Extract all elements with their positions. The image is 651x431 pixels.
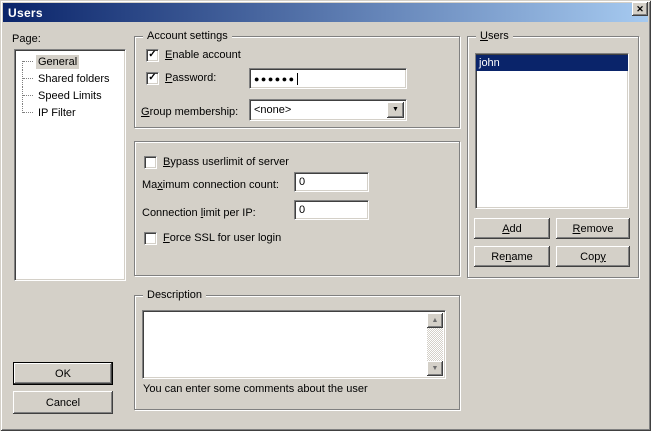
remove-button[interactable]: Remove bbox=[556, 218, 630, 239]
enable-account-label: Enable account bbox=[165, 48, 241, 62]
page-label: Page: bbox=[12, 32, 41, 46]
label-text: sers bbox=[488, 30, 509, 42]
cancel-button[interactable]: Cancel bbox=[13, 391, 113, 414]
group-membership-label: Group membership: bbox=[141, 105, 238, 119]
tree-item-speed-limits[interactable]: Speed Limits bbox=[15, 87, 125, 104]
label-mnemonic: y bbox=[600, 251, 606, 263]
bypass-userlimit-row: Bypass userlimit of server bbox=[144, 155, 289, 169]
vertical-scrollbar[interactable]: ▲ ▼ bbox=[427, 313, 443, 376]
label-text: assword: bbox=[172, 72, 216, 84]
input-value: 0 bbox=[299, 176, 305, 188]
description-hint: You can enter some comments about the us… bbox=[143, 382, 368, 396]
label-text: dd bbox=[510, 223, 522, 235]
users-listbox[interactable]: john bbox=[475, 53, 629, 209]
tree-item-shared-folders[interactable]: Shared folders bbox=[15, 70, 125, 87]
user-name: john bbox=[479, 57, 500, 69]
password-input[interactable]: ●●●●●● bbox=[249, 68, 407, 89]
add-button[interactable]: Add bbox=[474, 218, 550, 239]
password-checkbox[interactable]: ✓ bbox=[146, 72, 159, 85]
scroll-up-button[interactable]: ▲ bbox=[427, 313, 443, 328]
button-label: Copy bbox=[580, 250, 606, 264]
ok-button[interactable]: OK bbox=[13, 362, 113, 385]
label-text: ame bbox=[511, 251, 532, 263]
description-legend: Description bbox=[143, 289, 206, 302]
label-text: Re bbox=[491, 251, 505, 263]
connection-limit-per-ip-label: Connection limit per IP: bbox=[142, 206, 256, 220]
max-connection-count-label: Maximum connection count: bbox=[142, 178, 279, 192]
label-text: orce SSL for user login bbox=[170, 232, 281, 244]
password-masked-value: ●●●●●● bbox=[254, 74, 296, 84]
label-text: imit per IP: bbox=[203, 207, 256, 219]
force-ssl-row: Force SSL for user login bbox=[144, 231, 281, 245]
users-dialog: Users ✕ Page: General Shared folders Spe… bbox=[0, 0, 651, 431]
scroll-track[interactable] bbox=[427, 328, 443, 361]
label-text: ypass userlimit of server bbox=[170, 156, 289, 168]
group-membership-select[interactable]: <none> ▼ bbox=[249, 99, 407, 121]
label-text: Ma bbox=[142, 179, 157, 191]
copy-button[interactable]: Copy bbox=[556, 246, 630, 267]
label-text: Cop bbox=[580, 251, 600, 263]
description-textarea[interactable]: ▲ ▼ bbox=[142, 310, 446, 379]
rename-button[interactable]: Rename bbox=[474, 246, 550, 267]
user-list-item[interactable]: john bbox=[476, 55, 628, 71]
label-text: Connection bbox=[142, 207, 201, 219]
window-title: Users bbox=[8, 6, 43, 20]
titlebar[interactable]: Users bbox=[3, 3, 648, 22]
force-ssl-checkbox[interactable] bbox=[144, 232, 157, 245]
tree-item-general[interactable]: General bbox=[15, 53, 125, 70]
combo-selected-value: <none> bbox=[254, 104, 291, 116]
enable-account-row: ✓ Enable account bbox=[146, 48, 241, 62]
description-group: Description ▲ ▼ You can enter some comme… bbox=[134, 295, 460, 410]
button-label: Rename bbox=[491, 250, 533, 264]
button-label: Cancel bbox=[46, 396, 80, 410]
button-label: Add bbox=[502, 222, 522, 236]
button-label: OK bbox=[55, 367, 71, 381]
max-connection-count-input[interactable]: 0 bbox=[294, 172, 369, 192]
dropdown-button[interactable]: ▼ bbox=[387, 102, 404, 118]
label-text: emove bbox=[580, 223, 613, 235]
users-group: Users john Add Remove Rename Copy bbox=[467, 36, 639, 278]
users-legend: Users bbox=[476, 30, 513, 43]
label-mnemonic: U bbox=[480, 30, 488, 42]
tree-item-label[interactable]: IP Filter bbox=[36, 106, 78, 120]
tree-item-label[interactable]: Speed Limits bbox=[36, 89, 104, 103]
password-row: ✓ Password: bbox=[146, 71, 216, 85]
button-label: Remove bbox=[573, 222, 614, 236]
tree-item-ip-filter[interactable]: IP Filter bbox=[15, 104, 125, 121]
label-mnemonic: F bbox=[163, 232, 170, 244]
tree-item-label[interactable]: Shared folders bbox=[36, 72, 112, 86]
account-settings-legend: Account settings bbox=[143, 30, 232, 43]
page-tree[interactable]: General Shared folders Speed Limits IP F… bbox=[14, 49, 126, 281]
scroll-down-button[interactable]: ▼ bbox=[427, 361, 443, 376]
label-mnemonic: G bbox=[141, 106, 150, 118]
label-text: nable account bbox=[172, 49, 241, 61]
enable-account-checkbox[interactable]: ✓ bbox=[146, 49, 159, 62]
text-caret bbox=[297, 73, 298, 85]
limits-group: Bypass userlimit of server Maximum conne… bbox=[134, 141, 460, 276]
force-ssl-label: Force SSL for user login bbox=[163, 231, 281, 245]
label-mnemonic: A bbox=[502, 223, 509, 235]
close-icon: ✕ bbox=[636, 4, 644, 15]
label-text: roup membership: bbox=[150, 106, 239, 118]
label-text: imum connection count: bbox=[163, 179, 279, 191]
tree-item-label[interactable]: General bbox=[36, 55, 79, 69]
password-label: Password: bbox=[165, 71, 216, 85]
close-button[interactable]: ✕ bbox=[632, 2, 648, 16]
account-settings-group: Account settings ✓ Enable account ✓ Pass… bbox=[134, 36, 460, 128]
bypass-userlimit-checkbox[interactable] bbox=[144, 156, 157, 169]
bypass-userlimit-label: Bypass userlimit of server bbox=[163, 155, 289, 169]
input-value: 0 bbox=[299, 204, 305, 216]
connection-limit-per-ip-input[interactable]: 0 bbox=[294, 200, 369, 220]
